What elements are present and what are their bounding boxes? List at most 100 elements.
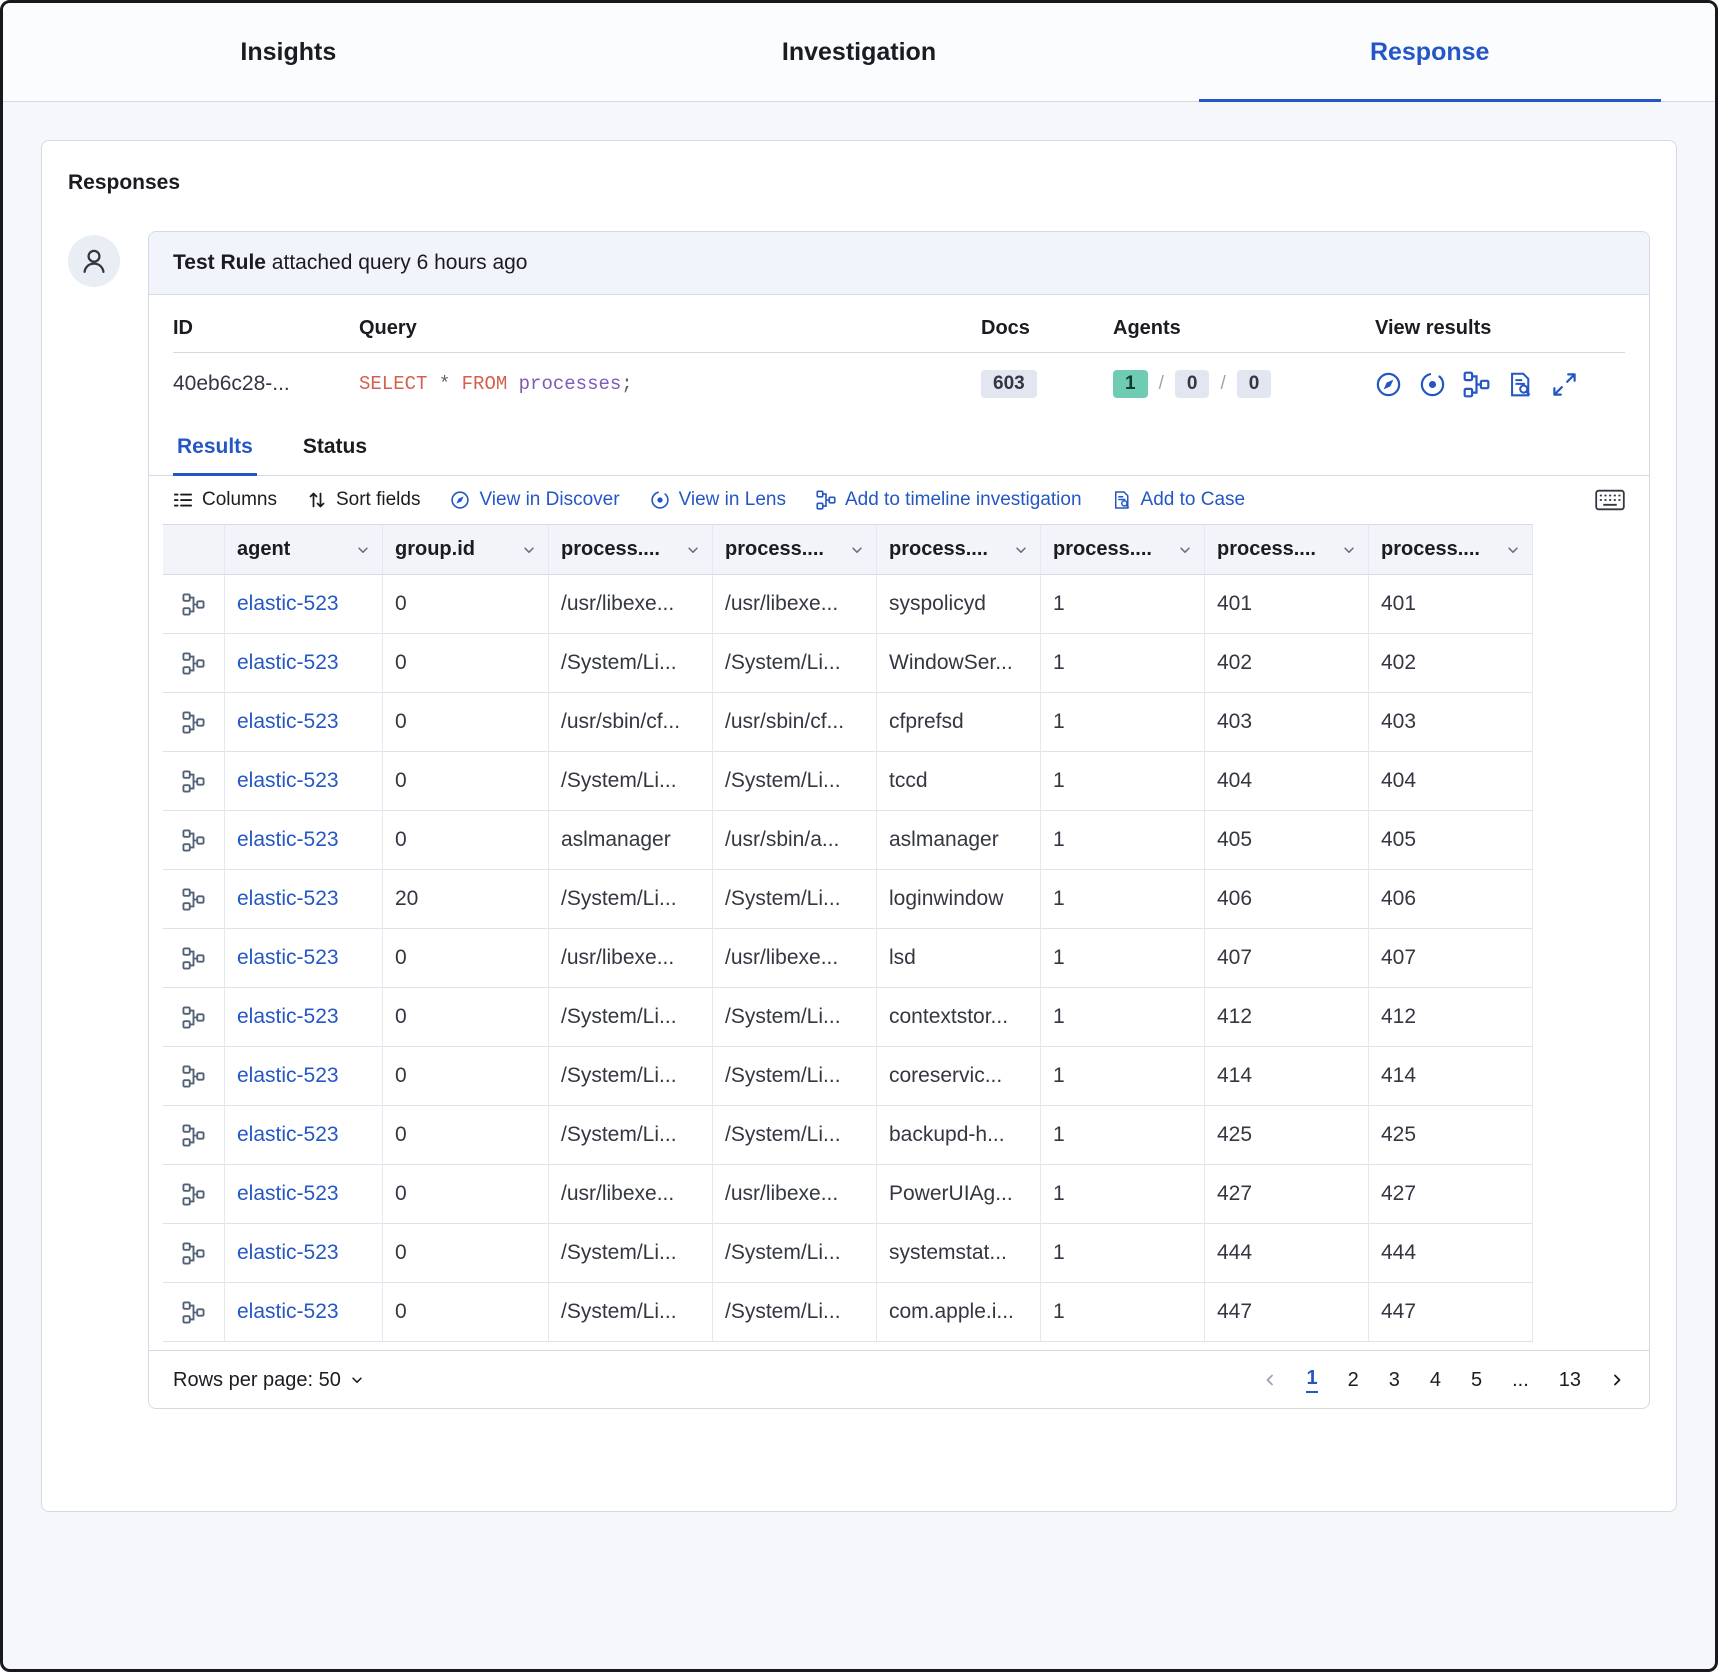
grid-cell: 1	[1041, 1106, 1205, 1165]
view-results-actions	[1375, 371, 1625, 398]
grid-cell: /System/Li...	[713, 1106, 877, 1165]
table-row: elastic-5230aslmanager/usr/sbin/a...aslm…	[163, 811, 1533, 870]
grid-cell: 1	[1041, 1047, 1205, 1106]
grid-cell: coreservic...	[877, 1047, 1041, 1106]
table-row: elastic-5230/System/Li.../System/Li...Wi…	[163, 634, 1533, 693]
column-header[interactable]: process....	[1041, 524, 1205, 575]
page-number[interactable]: 1	[1306, 1367, 1317, 1393]
meta-col-query-label: Query	[359, 317, 981, 340]
analyze-event-icon[interactable]	[163, 1224, 225, 1283]
grid-cell: tccd	[877, 752, 1041, 811]
previous-page-button[interactable]	[1262, 1372, 1278, 1388]
view-in-discover-icon[interactable]	[1375, 371, 1402, 398]
column-header-label: process....	[725, 538, 824, 561]
agent-link[interactable]: elastic-523	[225, 1047, 383, 1106]
sort-fields-label: Sort fields	[336, 489, 420, 511]
add-to-timeline-button[interactable]: Add to timeline investigation	[816, 489, 1082, 511]
page-number[interactable]: 4	[1430, 1369, 1441, 1392]
grid-cell: 447	[1205, 1283, 1369, 1342]
agent-link[interactable]: elastic-523	[225, 1106, 383, 1165]
column-header[interactable]: agent	[225, 524, 383, 575]
grid-cell: 0	[383, 811, 549, 870]
page-number[interactable]: 2	[1348, 1369, 1359, 1392]
column-header[interactable]: process....	[877, 524, 1041, 575]
discover-icon	[450, 490, 470, 510]
sql-keyword: FROM	[462, 373, 508, 395]
next-page-button[interactable]	[1609, 1372, 1625, 1388]
agent-link[interactable]: elastic-523	[225, 929, 383, 988]
analyze-event-icon[interactable]	[163, 988, 225, 1047]
view-in-lens-icon[interactable]	[1419, 371, 1446, 398]
grid-cell: /usr/libexe...	[713, 929, 877, 988]
page-number[interactable]: 3	[1389, 1369, 1400, 1392]
grid-cell: 0	[383, 1224, 549, 1283]
analyze-event-icon[interactable]	[163, 811, 225, 870]
grid-cell: PowerUIAg...	[877, 1165, 1041, 1224]
column-header[interactable]: group.id	[383, 524, 549, 575]
grid-cell: 0	[383, 1165, 549, 1224]
analyze-event-icon[interactable]	[163, 575, 225, 634]
agent-link[interactable]: elastic-523	[225, 870, 383, 929]
column-header[interactable]: process....	[549, 524, 713, 575]
column-header[interactable]: process....	[1369, 524, 1533, 575]
grid-cell: /System/Li...	[549, 870, 713, 929]
tab-response[interactable]: Response	[1144, 3, 1715, 101]
agent-link[interactable]: elastic-523	[225, 988, 383, 1047]
grid-cell: systemstat...	[877, 1224, 1041, 1283]
rows-per-page-button[interactable]: Rows per page: 50	[173, 1369, 364, 1392]
page-number[interactable]: 5	[1471, 1369, 1482, 1392]
agent-link[interactable]: elastic-523	[225, 1165, 383, 1224]
agent-link[interactable]: elastic-523	[225, 693, 383, 752]
tab-investigation[interactable]: Investigation	[574, 3, 1145, 101]
chevron-down-icon	[850, 543, 864, 557]
agent-link[interactable]: elastic-523	[225, 811, 383, 870]
grid-cell: /usr/sbin/a...	[713, 811, 877, 870]
grid-cell: 404	[1205, 752, 1369, 811]
grid-cell: 407	[1205, 929, 1369, 988]
analyze-event-icon[interactable]	[163, 1047, 225, 1106]
sql-table-name: processes	[507, 373, 621, 395]
sort-fields-button[interactable]: Sort fields	[307, 489, 420, 511]
keyboard-shortcuts-icon[interactable]	[1595, 489, 1625, 511]
view-in-lens-label: View in Lens	[679, 489, 786, 511]
column-header[interactable]: process....	[713, 524, 877, 575]
tab-results[interactable]: Results	[173, 417, 257, 476]
analyze-event-icon[interactable]	[163, 1165, 225, 1224]
analyze-event-icon[interactable]	[163, 693, 225, 752]
meta-col-docs-label: Docs	[981, 317, 1113, 340]
tab-insights[interactable]: Insights	[3, 3, 574, 101]
agent-link[interactable]: elastic-523	[225, 575, 383, 634]
grid-cell: 0	[383, 1106, 549, 1165]
agent-link[interactable]: elastic-523	[225, 634, 383, 693]
analyze-event-icon[interactable]	[163, 634, 225, 693]
tab-status[interactable]: Status	[299, 417, 371, 476]
grid-cell: /System/Li...	[549, 1283, 713, 1342]
grid-cell: 1	[1041, 752, 1205, 811]
grid-cell: 414	[1369, 1047, 1533, 1106]
agent-link[interactable]: elastic-523	[225, 1283, 383, 1342]
analyze-event-icon[interactable]	[163, 870, 225, 929]
table-row: elastic-5230/System/Li.../System/Li...co…	[163, 988, 1533, 1047]
analyze-event-icon[interactable]	[163, 929, 225, 988]
grid-cell: /System/Li...	[713, 1047, 877, 1106]
agent-link[interactable]: elastic-523	[225, 1224, 383, 1283]
analyze-event-icon[interactable]	[163, 1283, 225, 1342]
view-in-discover-button[interactable]: View in Discover	[450, 489, 619, 511]
view-in-lens-button[interactable]: View in Lens	[650, 489, 786, 511]
analyze-event-icon[interactable]	[163, 752, 225, 811]
grid-toolbar: Columns Sort fields View in Discover Vie…	[149, 476, 1649, 524]
query-result-panel: Test Rule attached query 6 hours ago ID …	[148, 231, 1650, 1409]
grid-cell: /usr/sbin/cf...	[713, 693, 877, 752]
add-to-timeline-icon[interactable]	[1463, 371, 1490, 398]
page-number[interactable]: 13	[1559, 1369, 1581, 1392]
grid-cell: 407	[1369, 929, 1533, 988]
columns-button[interactable]: Columns	[173, 489, 277, 511]
expand-results-icon[interactable]	[1551, 371, 1578, 398]
add-to-case-button[interactable]: Add to Case	[1112, 489, 1246, 511]
column-header[interactable]: process....	[1205, 524, 1369, 575]
analyze-event-icon[interactable]	[163, 1106, 225, 1165]
rule-name: Test Rule	[173, 251, 266, 274]
agent-link[interactable]: elastic-523	[225, 752, 383, 811]
grid-cell: aslmanager	[877, 811, 1041, 870]
add-to-case-icon[interactable]	[1507, 371, 1534, 398]
